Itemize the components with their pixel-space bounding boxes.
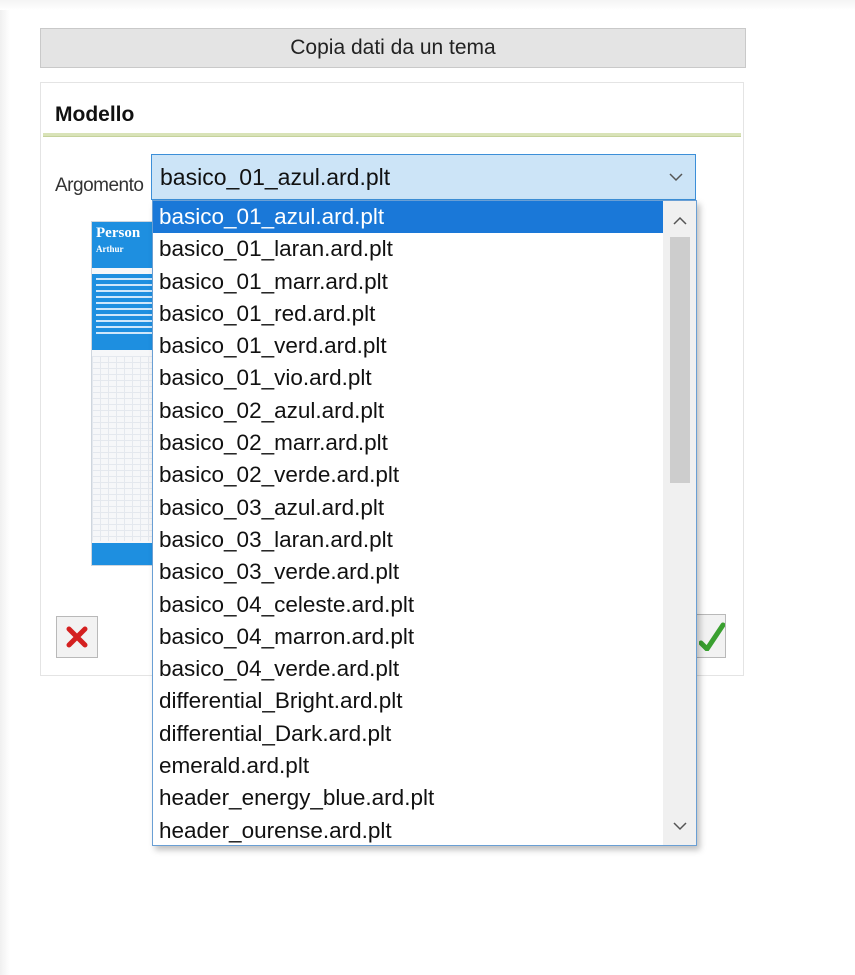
chevron-down-icon — [672, 821, 687, 830]
dropdown-item[interactable]: basico_01_vio.ard.plt — [153, 362, 663, 394]
dropdown-item[interactable]: basico_01_azul.ard.plt — [153, 201, 663, 234]
dropdown-item[interactable]: basico_04_marron.ard.plt — [153, 621, 663, 653]
preview-title: Person — [96, 225, 141, 241]
dialog-window: Copia dati da un tema Modello Argomento … — [0, 0, 855, 975]
panel-title: Modello — [55, 103, 135, 126]
window-top-edge — [0, 0, 855, 10]
cancel-button[interactable] — [56, 616, 98, 658]
dropdown-item[interactable]: basico_03_verde.ard.plt — [153, 556, 663, 588]
chevron-down-icon — [669, 172, 683, 181]
dropdown-item[interactable]: basico_04_celeste.ard.plt — [153, 589, 663, 621]
window-left-edge — [0, 10, 10, 975]
panel-divider — [43, 133, 741, 137]
template-dropdown-list[interactable]: basico_01_azul.ard.plt basico_01_laran.ar… — [152, 200, 697, 846]
dropdown-item[interactable]: basico_03_azul.ard.plt — [153, 492, 663, 524]
argument-combobox[interactable]: basico_01_azul.ard.plt — [151, 154, 696, 200]
combobox-value: basico_01_azul.ard.plt — [160, 163, 391, 190]
close-icon — [66, 626, 88, 648]
dropdown-item[interactable]: differential_Bright.ard.plt — [153, 685, 663, 717]
scroll-down-button[interactable] — [663, 809, 696, 843]
dropdown-item[interactable]: basico_01_verd.ard.plt — [153, 330, 663, 362]
dropdown-item[interactable]: differential_Dark.ard.plt — [153, 718, 663, 750]
dropdown-item[interactable]: basico_02_marr.ard.plt — [153, 427, 663, 459]
check-icon — [699, 622, 725, 651]
confirm-button[interactable] — [696, 614, 726, 658]
template-preview: Person Arthur — [91, 221, 155, 566]
dropdown-item[interactable]: header_ourense.ard.plt — [153, 815, 663, 845]
dropdown-items: basico_01_azul.ard.plt basico_01_laran.ar… — [153, 201, 663, 845]
dropdown-item[interactable]: basico_04_verde.ard.plt — [153, 653, 663, 685]
dropdown-item[interactable]: basico_01_marr.ard.plt — [153, 266, 663, 298]
preview-footer — [92, 543, 154, 565]
dropdown-item[interactable]: emerald.ard.plt — [153, 750, 663, 782]
scroll-up-button[interactable] — [663, 203, 696, 237]
dropdown-item[interactable]: basico_01_red.ard.plt — [153, 298, 663, 330]
dropdown-item[interactable]: basico_02_verde.ard.plt — [153, 459, 663, 491]
dropdown-item[interactable]: basico_02_azul.ard.plt — [153, 395, 663, 427]
preview-grid — [92, 356, 154, 541]
combobox-arrow[interactable] — [657, 155, 695, 199]
dropdown-scrollbar[interactable] — [663, 201, 696, 845]
preview-subtitle: Arthur — [96, 244, 124, 254]
copy-from-theme-button[interactable]: Copia dati da un tema — [40, 28, 746, 68]
dropdown-item[interactable]: basico_03_laran.ard.plt — [153, 524, 663, 556]
scroll-thumb[interactable] — [670, 237, 690, 483]
preview-lines — [96, 278, 152, 338]
chevron-up-icon — [672, 216, 687, 225]
dropdown-item[interactable]: header_energy_blue.ard.plt — [153, 782, 663, 814]
argument-label: Argomento — [55, 175, 144, 196]
dropdown-item[interactable]: basico_01_laran.ard.plt — [153, 233, 663, 265]
